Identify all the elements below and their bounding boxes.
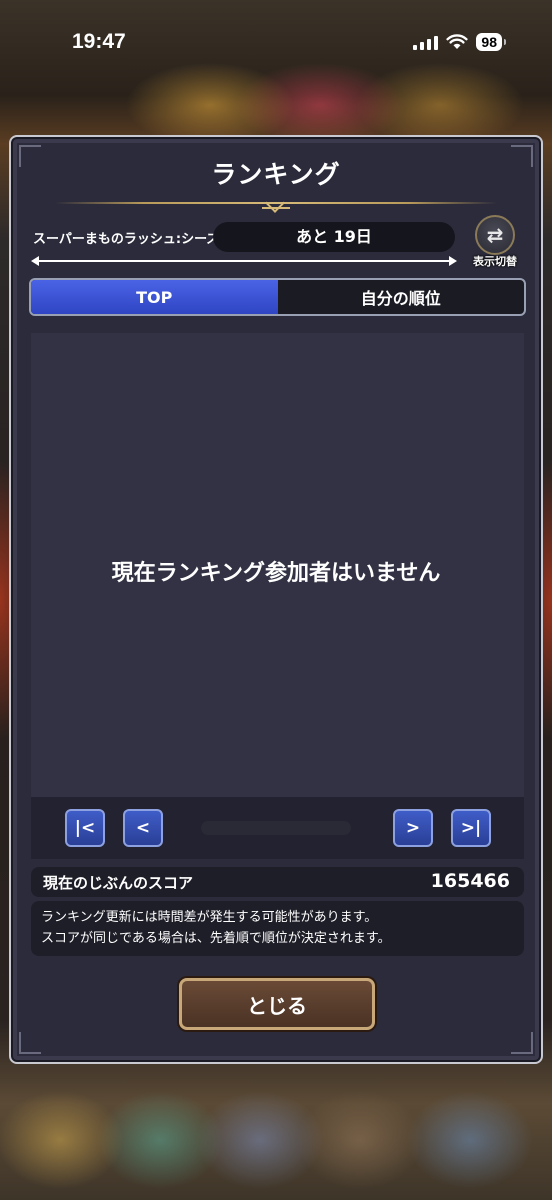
close-button[interactable]: とじる	[179, 978, 375, 1030]
ranking-tabs: TOP 自分の順位	[29, 278, 526, 316]
my-score-row: 現在のじぶんのスコア 165466	[31, 867, 524, 897]
tab-top[interactable]: TOP	[31, 280, 278, 314]
battery-icon: 98	[476, 33, 506, 51]
wifi-icon	[446, 34, 469, 49]
status-time: 19:47	[72, 30, 126, 53]
next-page-button[interactable]: >	[393, 809, 433, 847]
status-icons: 98	[413, 33, 506, 51]
status-bar: 19:47 98	[0, 0, 552, 90]
note-line: スコアが同じである場合は、先着順で順位が決定されます。	[41, 931, 391, 946]
frame-corner	[511, 1032, 533, 1054]
note-line: ランキング更新には時間差が発生する可能性があります。	[41, 910, 378, 925]
swap-arrows-icon: ⇄	[475, 215, 515, 255]
tab-my-rank[interactable]: 自分の順位	[278, 280, 525, 314]
pagination-bar: |< < > >|	[31, 797, 524, 859]
first-page-button[interactable]: |<	[65, 809, 105, 847]
remaining-days: あと 19日	[213, 222, 455, 252]
frame-corner	[19, 1032, 41, 1054]
title-ornament	[55, 199, 497, 209]
score-value: 165466	[430, 870, 510, 892]
score-label: 現在のじぶんのスコア	[43, 874, 194, 892]
last-page-button[interactable]: >|	[451, 809, 491, 847]
display-toggle-button[interactable]: ⇄ 表示切替	[465, 215, 525, 269]
ranking-dialog: ランキング スーパーまものラッシュ:シーズン1 あと 19日 ⇄ 表示切替 TO…	[9, 135, 543, 1064]
empty-message: 現在ランキング参加者はいません	[111, 561, 441, 586]
season-range-arrow-icon	[31, 256, 457, 266]
season-label: スーパーまものラッシュ:シーズン1	[33, 232, 242, 247]
notes-box: ランキング更新には時間差が発生する可能性があります。 スコアが同じである場合は、…	[31, 901, 524, 956]
prev-page-button[interactable]: <	[123, 809, 163, 847]
dialog-title: ランキング	[211, 160, 341, 189]
page-indicator-track	[201, 821, 351, 835]
signal-icon	[413, 34, 439, 50]
display-toggle-label: 表示切替	[473, 255, 517, 268]
